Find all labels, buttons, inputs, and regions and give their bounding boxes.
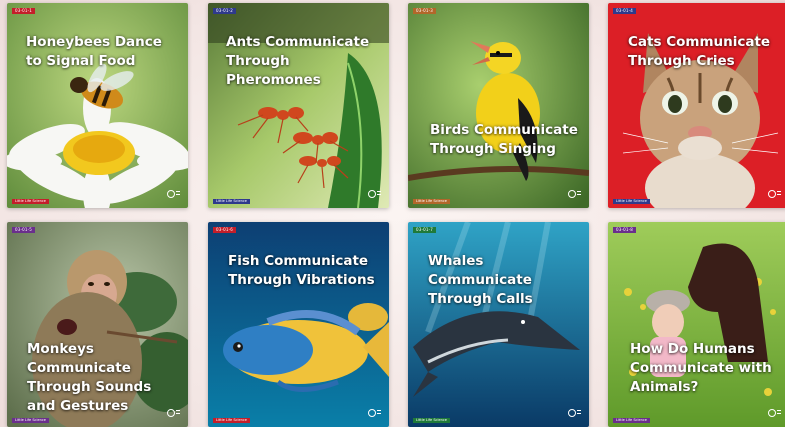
book-title: Ants Communicate Through Pheromones <box>226 34 370 88</box>
series-badge: Little Life Science <box>413 199 450 204</box>
book-title: Whales Communicate Through Calls <box>428 253 533 307</box>
book-code-badge: 03-01-1 <box>12 8 36 14</box>
series-badge: Little Life Science <box>613 418 650 423</box>
book-title: Fish Communicate Through Vibrations <box>228 253 375 288</box>
series-badge: Little Life Science <box>613 199 650 204</box>
series-badge: Little Life Science <box>12 199 49 204</box>
publisher-logo-icon <box>368 190 381 198</box>
book-card-humans[interactable]: 03-01-8 How Do Humans Communicate with A… <box>608 222 785 427</box>
book-code-badge: 03-01-4 <box>613 8 637 14</box>
book-code-badge: 03-01-3 <box>413 8 437 14</box>
series-badge: Little Life Science <box>213 199 250 204</box>
publisher-logo-icon <box>167 190 180 198</box>
publisher-logo-icon <box>167 409 180 417</box>
series-badge: Little Life Science <box>413 418 450 423</box>
book-code-badge: 03-01-7 <box>413 227 437 233</box>
series-badge: Little Life Science <box>12 418 49 423</box>
publisher-logo-icon <box>768 409 781 417</box>
book-card-monkeys[interactable]: 03-01-5 Monkeys Communicate Through Soun… <box>7 222 188 427</box>
book-card-whales[interactable]: 03-01-7 Whales Communicate Through Calls… <box>408 222 589 427</box>
publisher-logo-icon <box>568 409 581 417</box>
book-title: Cats Communicate Through Cries <box>628 34 771 69</box>
book-card-ants[interactable]: 03-01-2 Ants Communicate Through Pheromo… <box>208 3 389 208</box>
publisher-logo-icon <box>368 409 381 417</box>
series-badge: Little Life Science <box>213 418 250 423</box>
book-code-badge: 03-01-2 <box>213 8 237 14</box>
book-title: Birds Communicate Through Singing <box>430 122 578 157</box>
book-title: How Do Humans Communicate with Animals? <box>630 341 772 395</box>
book-code-badge: 03-01-5 <box>12 227 36 233</box>
publisher-logo-icon <box>568 190 581 198</box>
book-card-birds[interactable]: 03-01-3 Birds Communicate Through Singin… <box>408 3 589 208</box>
book-grid: 03-01-1 Honeybees Dance to Signal Food L… <box>0 0 785 427</box>
book-title: Honeybees Dance to Signal Food <box>26 34 162 69</box>
book-card-cats[interactable]: 03-01-4 Cats Communicate Through Cries L… <box>608 3 785 208</box>
publisher-logo-icon <box>768 190 781 198</box>
book-code-badge: 03-01-8 <box>613 227 637 233</box>
book-title: Monkeys Communicate Through Sounds and G… <box>27 341 152 414</box>
bird-singing-illustration <box>408 3 589 208</box>
book-card-honeybees[interactable]: 03-01-1 Honeybees Dance to Signal Food L… <box>7 3 188 208</box>
book-card-fish[interactable]: 03-01-6 Fish Communicate Through Vibrati… <box>208 222 389 427</box>
book-code-badge: 03-01-6 <box>213 227 237 233</box>
